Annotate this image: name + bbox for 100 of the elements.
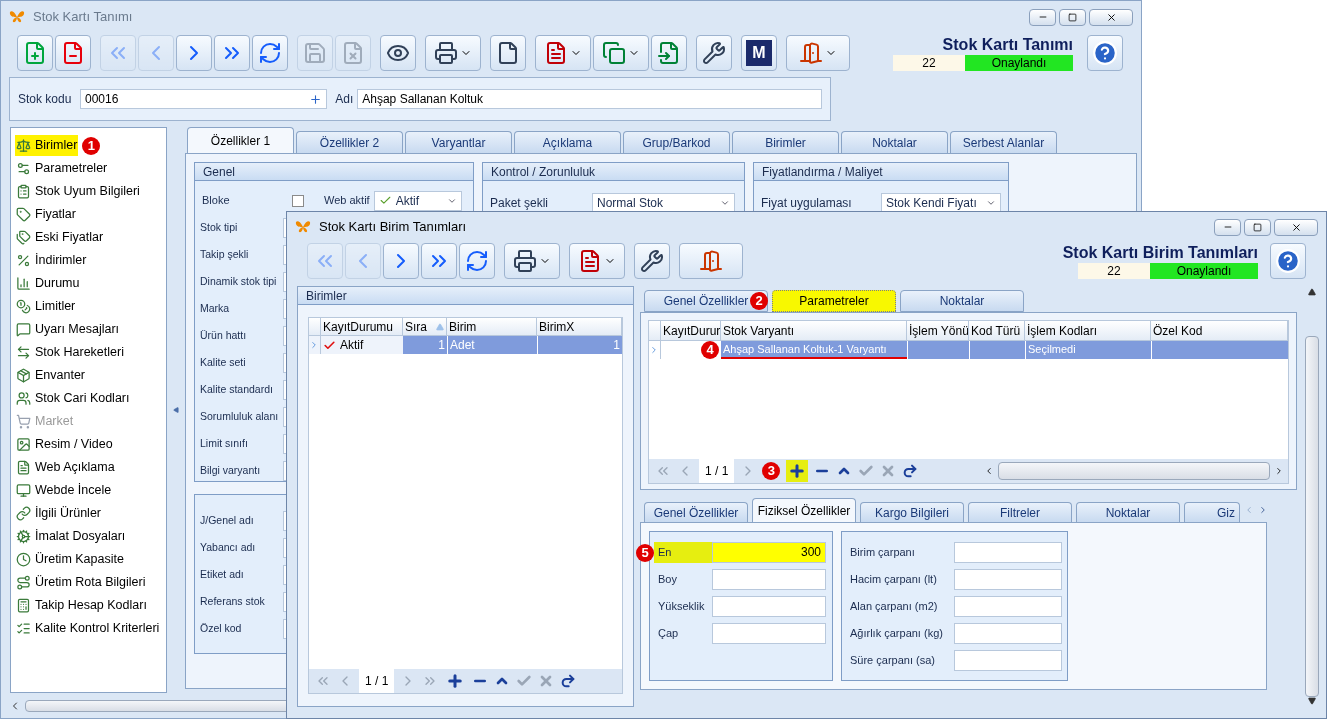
toolbar-button[interactable] — [504, 243, 560, 279]
toolbar-button[interactable] — [786, 35, 850, 71]
confirm-icon[interactable] — [516, 673, 533, 689]
tab[interactable]: Fiziksel Özellikler — [752, 498, 856, 522]
tab[interactable]: Açıklama — [514, 131, 621, 153]
stock-code-field[interactable]: 00016 — [80, 89, 328, 109]
toolbar-button[interactable] — [490, 35, 526, 71]
vertical-scrollbar[interactable] — [1305, 336, 1319, 697]
minimize-button[interactable] — [1029, 8, 1056, 26]
input-field[interactable] — [712, 623, 826, 644]
input-field[interactable] — [954, 650, 1062, 671]
input-field[interactable] — [712, 569, 826, 590]
sidebar-item[interactable]: Parametreler — [15, 158, 109, 179]
toolbar-button[interactable] — [679, 243, 743, 279]
input-field[interactable] — [954, 569, 1062, 590]
toolbar-button[interactable] — [459, 243, 495, 279]
sidebar-item[interactable]: Web Açıklama — [15, 457, 116, 478]
toolbar-button[interactable] — [425, 35, 481, 71]
tab[interactable]: Özellikler 1 — [187, 127, 294, 153]
tab[interactable]: Birimler — [732, 131, 839, 153]
dropdown-field[interactable]: Normal Stok — [592, 192, 735, 213]
sidebar-item[interactable]: Resim / Video — [15, 434, 114, 455]
help-button[interactable] — [1087, 35, 1123, 71]
sidebar-item[interactable]: İmalat Dosyaları — [15, 526, 127, 547]
sidebar-item[interactable]: Webde İncele — [15, 480, 113, 501]
tab[interactable]: Serbest Alanlar — [950, 131, 1057, 153]
close-button[interactable] — [1089, 8, 1133, 26]
input-field[interactable] — [954, 623, 1062, 644]
column-header[interactable]: BirimX — [537, 318, 622, 335]
toolbar-button[interactable] — [421, 243, 457, 279]
input-field[interactable] — [712, 596, 826, 617]
toolbar-button[interactable] — [252, 35, 288, 71]
tab[interactable]: Giz — [1184, 502, 1240, 522]
maximize-button[interactable] — [1244, 218, 1271, 236]
scroll-right-icon[interactable] — [1258, 505, 1268, 515]
sidebar-item[interactable]: Envanter — [15, 365, 87, 386]
redo-icon[interactable] — [902, 463, 919, 479]
toolbar-button[interactable] — [593, 35, 649, 71]
input-field[interactable] — [954, 596, 1062, 617]
sidebar-item[interactable]: Fiyatlar — [15, 204, 77, 225]
sidebar-item[interactable]: Üretim Kapasite — [15, 549, 125, 570]
sidebar-item[interactable]: Uyarı Mesajları — [15, 319, 121, 340]
column-header[interactable]: Birim — [447, 318, 537, 335]
checkbox[interactable] — [292, 194, 304, 207]
sidebar-item[interactable]: İlgili Ürünler — [15, 503, 102, 524]
scroll-up-icon[interactable] — [1308, 288, 1316, 296]
column-header[interactable]: Sıra — [403, 318, 447, 335]
toolbar-button[interactable] — [651, 35, 687, 71]
redo-icon[interactable] — [560, 673, 577, 689]
tab[interactable]: Kargo Bilgileri — [860, 502, 964, 522]
sidebar-item[interactable]: Stok Hareketleri — [15, 342, 125, 363]
scroll-right-icon[interactable] — [1274, 466, 1284, 476]
add-button[interactable] — [786, 460, 809, 482]
sidebar-item[interactable]: Limitler — [15, 296, 77, 317]
toolbar-button[interactable]: M — [741, 35, 777, 71]
column-header[interactable]: KayıtDurur — [661, 321, 721, 340]
sidebar-item[interactable]: Birimler — [15, 135, 79, 156]
toolbar-button[interactable] — [380, 35, 416, 71]
tab[interactable]: Noktalar — [841, 131, 948, 153]
toolbar-button[interactable] — [55, 35, 91, 71]
toolbar-button[interactable] — [634, 243, 670, 279]
input-field[interactable] — [954, 542, 1062, 563]
toolbar-button[interactable] — [569, 243, 625, 279]
tab[interactable]: Noktalar — [1076, 502, 1180, 522]
toolbar-button[interactable] — [214, 35, 250, 71]
sidebar-item[interactable]: Durumu — [15, 273, 81, 294]
tab[interactable]: Grup/Barkod — [623, 131, 730, 153]
sidebar-item[interactable]: Kalite Kontrol Kriterleri — [15, 618, 161, 639]
scroll-down-icon[interactable] — [1308, 697, 1316, 705]
tab[interactable]: Varyantlar — [405, 131, 512, 153]
sidebar-item[interactable]: Stok Cari Kodları — [15, 388, 131, 409]
sidebar-item[interactable]: Takip Hesap Kodları — [15, 595, 148, 616]
dropdown-field[interactable]: Aktif — [373, 190, 462, 211]
sidebar-item[interactable]: İndirimler — [15, 250, 88, 271]
horizontal-scrollbar[interactable] — [998, 462, 1270, 480]
column-header[interactable]: Kod Türü — [969, 321, 1025, 340]
column-header[interactable]: Özel Kod — [1151, 321, 1288, 340]
tab[interactable]: Noktalar — [900, 290, 1024, 312]
tab[interactable]: Filtreler — [968, 502, 1072, 522]
tab[interactable]: Özellikler 2 — [296, 131, 403, 153]
sidebar-item[interactable]: Eski Fiyatlar — [15, 227, 105, 248]
tab[interactable]: Parametreler — [772, 290, 896, 312]
column-header[interactable]: İşlem Kodları — [1025, 321, 1151, 340]
dropdown-field[interactable]: Stok Kendi Fiyatı — [881, 192, 1001, 213]
sidebar-item[interactable]: Stok Uyum Bilgileri — [15, 181, 141, 202]
toolbar-button[interactable] — [696, 35, 732, 71]
column-header[interactable]: İşlem Yönü — [907, 321, 969, 340]
help-button[interactable] — [1270, 243, 1306, 279]
table-row[interactable]: 4 Ahşap Sallanan Koltuk-1 Varyantı Seçilmedi — [649, 341, 1288, 359]
sidebar-item[interactable]: Üretim Rota Bilgileri — [15, 572, 147, 593]
name-field[interactable]: Ahşap Sallanan Koltuk — [357, 89, 822, 109]
minimize-button[interactable] — [1214, 218, 1241, 236]
confirm-icon[interactable] — [858, 463, 875, 479]
tab[interactable]: Genel Özellikler — [644, 502, 748, 522]
toolbar-button[interactable] — [535, 35, 591, 71]
input-field[interactable]: 300 — [712, 542, 826, 563]
column-header[interactable]: KayıtDurumu — [321, 318, 403, 335]
table-row[interactable]: Aktif 1 Adet 1 — [309, 336, 622, 354]
close-button[interactable] — [1274, 218, 1318, 236]
maximize-button[interactable] — [1059, 8, 1086, 26]
